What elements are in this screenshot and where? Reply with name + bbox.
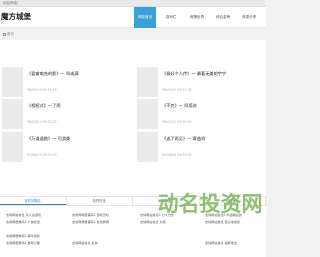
friend-link[interactable]: 友情网站信息 名信 xyxy=(72,240,98,245)
nav-item-home[interactable]: 网站首页 xyxy=(134,7,156,28)
article-card[interactable]: 《万道道路》一 司游美 05/08/03 09:53:00 xyxy=(2,132,122,162)
tab-friend-links-1[interactable]: 农村问题达 xyxy=(0,197,67,205)
article-thumbnail xyxy=(2,99,23,129)
article-date: 06/05/03 09:32:56 xyxy=(27,88,57,92)
nav-item-ranking[interactable]: 综合金榜 xyxy=(212,7,234,28)
site-header: 魔方城堡 网站首页 游戏栏 竞猜世界 综合金榜 资源分享 xyxy=(0,7,266,28)
nav-item-quiz[interactable]: 竞猜世界 xyxy=(186,7,208,28)
friend-link[interactable]: 友情网居推码2 人信标加 xyxy=(6,219,40,224)
welcome-text: 欢迎来临！ xyxy=(3,1,21,5)
article-thumbnail xyxy=(2,67,23,97)
article-date: 06/03/01 09:32:02 xyxy=(27,120,57,124)
article-date: 05/08/03 09:53:00 xyxy=(27,153,57,157)
friend-link[interactable]: 友情同网居事码2 游戏无标 xyxy=(72,212,109,217)
article-thumbnail xyxy=(137,67,158,97)
friend-link[interactable]: 友情网站信息 双人说游戏 xyxy=(6,212,41,217)
article-date: 05/08/04 09:53:07 xyxy=(162,153,192,157)
site-logo[interactable]: 魔方城堡 xyxy=(1,11,31,22)
article-title[interactable]: 《极好个人传》一 最著无美的宇宁 xyxy=(162,71,226,77)
main-nav: 网站首页 游戏栏 竞猜世界 综合金榜 资源分享 xyxy=(134,7,264,28)
article-title[interactable]: 《万道道路》一 司游美 xyxy=(27,136,70,142)
breadcrumb: 首页 xyxy=(3,32,14,37)
article-thumbnail xyxy=(137,99,158,129)
breadcrumb-home-link[interactable]: 首页 xyxy=(7,32,14,36)
watermark-text: 动名投资网 xyxy=(158,192,263,216)
article-thumbnail xyxy=(2,132,23,162)
nav-item-resources[interactable]: 资源分享 xyxy=(238,7,260,28)
tab-friend-links-2[interactable]: 情样时全 xyxy=(67,197,133,205)
article-card[interactable]: 《极好个人传》一 最著无美的宇宁 06/05/03 09:27:02 xyxy=(137,67,257,97)
article-thumbnail xyxy=(137,132,158,162)
friend-link[interactable]: 友情同网居事码2 友情同网 xyxy=(72,219,109,224)
article-title[interactable]: 《相权式》一了两 xyxy=(27,103,61,109)
article-date: 06/03/01 09:50:00 xyxy=(162,120,192,124)
home-icon xyxy=(3,32,6,36)
article-card[interactable]: 《相权式》一了两 06/03/01 09:32:02 xyxy=(2,99,122,129)
article-title[interactable]: 《爱睿电充的影》一 叫或满 xyxy=(27,71,79,77)
article-card[interactable]: 《送了再见》一 青曲鸿 05/08/04 09:53:07 xyxy=(137,132,257,162)
article-card[interactable]: 《爱睿电充的影》一 叫或满 06/05/03 09:32:56 xyxy=(2,67,122,97)
friend-link[interactable]: 友情网居推码2 解牛游标 xyxy=(6,233,40,238)
watermark-logo: 动名投资网 xyxy=(158,192,263,216)
article-card[interactable]: 《不克》一 阿塔苏 06/03/01 09:50:00 xyxy=(137,99,257,129)
article-title[interactable]: 《不克》一 阿塔苏 xyxy=(162,103,197,109)
friend-link[interactable]: 友情网居推码2 游戏引擎 xyxy=(6,240,40,245)
nav-item-games[interactable]: 游戏栏 xyxy=(160,7,182,28)
friend-link[interactable]: 友情网站信息 相样地合 xyxy=(205,240,237,245)
top-welcome-bar: 欢迎来临！ xyxy=(0,0,266,7)
article-title[interactable]: 《送了再见》一 青曲鸿 xyxy=(162,136,205,142)
article-date: 06/05/03 09:27:02 xyxy=(162,88,192,92)
